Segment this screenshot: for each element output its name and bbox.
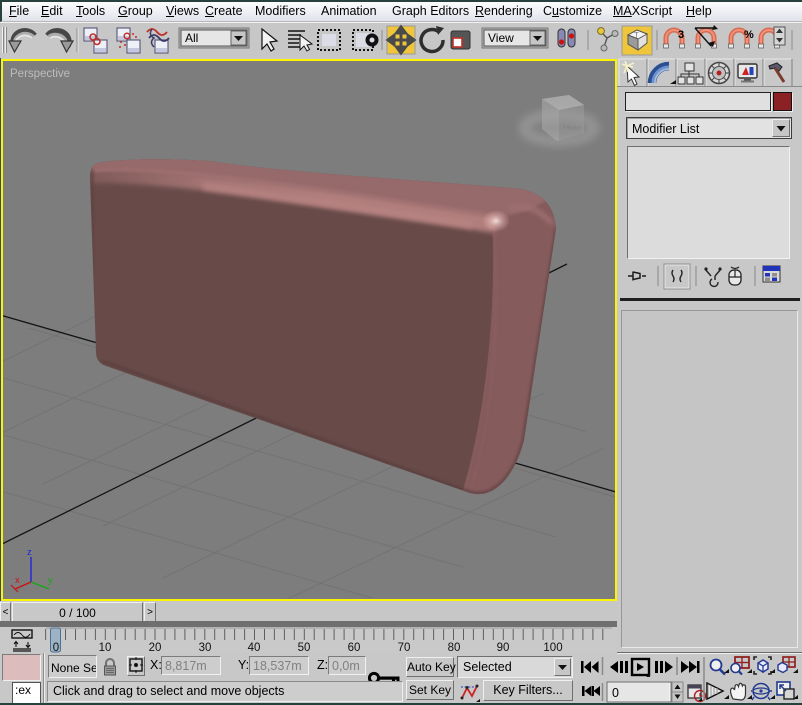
- svg-text:x: x: [15, 575, 20, 586]
- svg-text:10: 10: [99, 642, 112, 653]
- svg-text:30: 30: [199, 642, 212, 653]
- svg-text:0: 0: [53, 642, 59, 653]
- svg-text:20: 20: [149, 642, 162, 653]
- svg-text:View: View: [488, 31, 514, 45]
- svg-text:60: 60: [348, 642, 361, 653]
- svg-text:3: 3: [678, 29, 684, 41]
- svg-text:40: 40: [248, 642, 261, 653]
- svg-text:100: 100: [543, 642, 562, 653]
- svg-text:T: T: [634, 31, 639, 40]
- svg-text:%: %: [744, 29, 754, 41]
- svg-text:50: 50: [298, 642, 311, 653]
- svg-text:y: y: [48, 575, 53, 586]
- svg-text:70: 70: [398, 642, 411, 653]
- svg-text:Perspective: Perspective: [10, 68, 70, 80]
- svg-text:80: 80: [448, 642, 461, 653]
- svg-text:0: 0: [612, 686, 619, 700]
- svg-text:All: All: [185, 31, 198, 45]
- svg-text:90: 90: [497, 642, 510, 653]
- svg-text:z: z: [27, 547, 32, 558]
